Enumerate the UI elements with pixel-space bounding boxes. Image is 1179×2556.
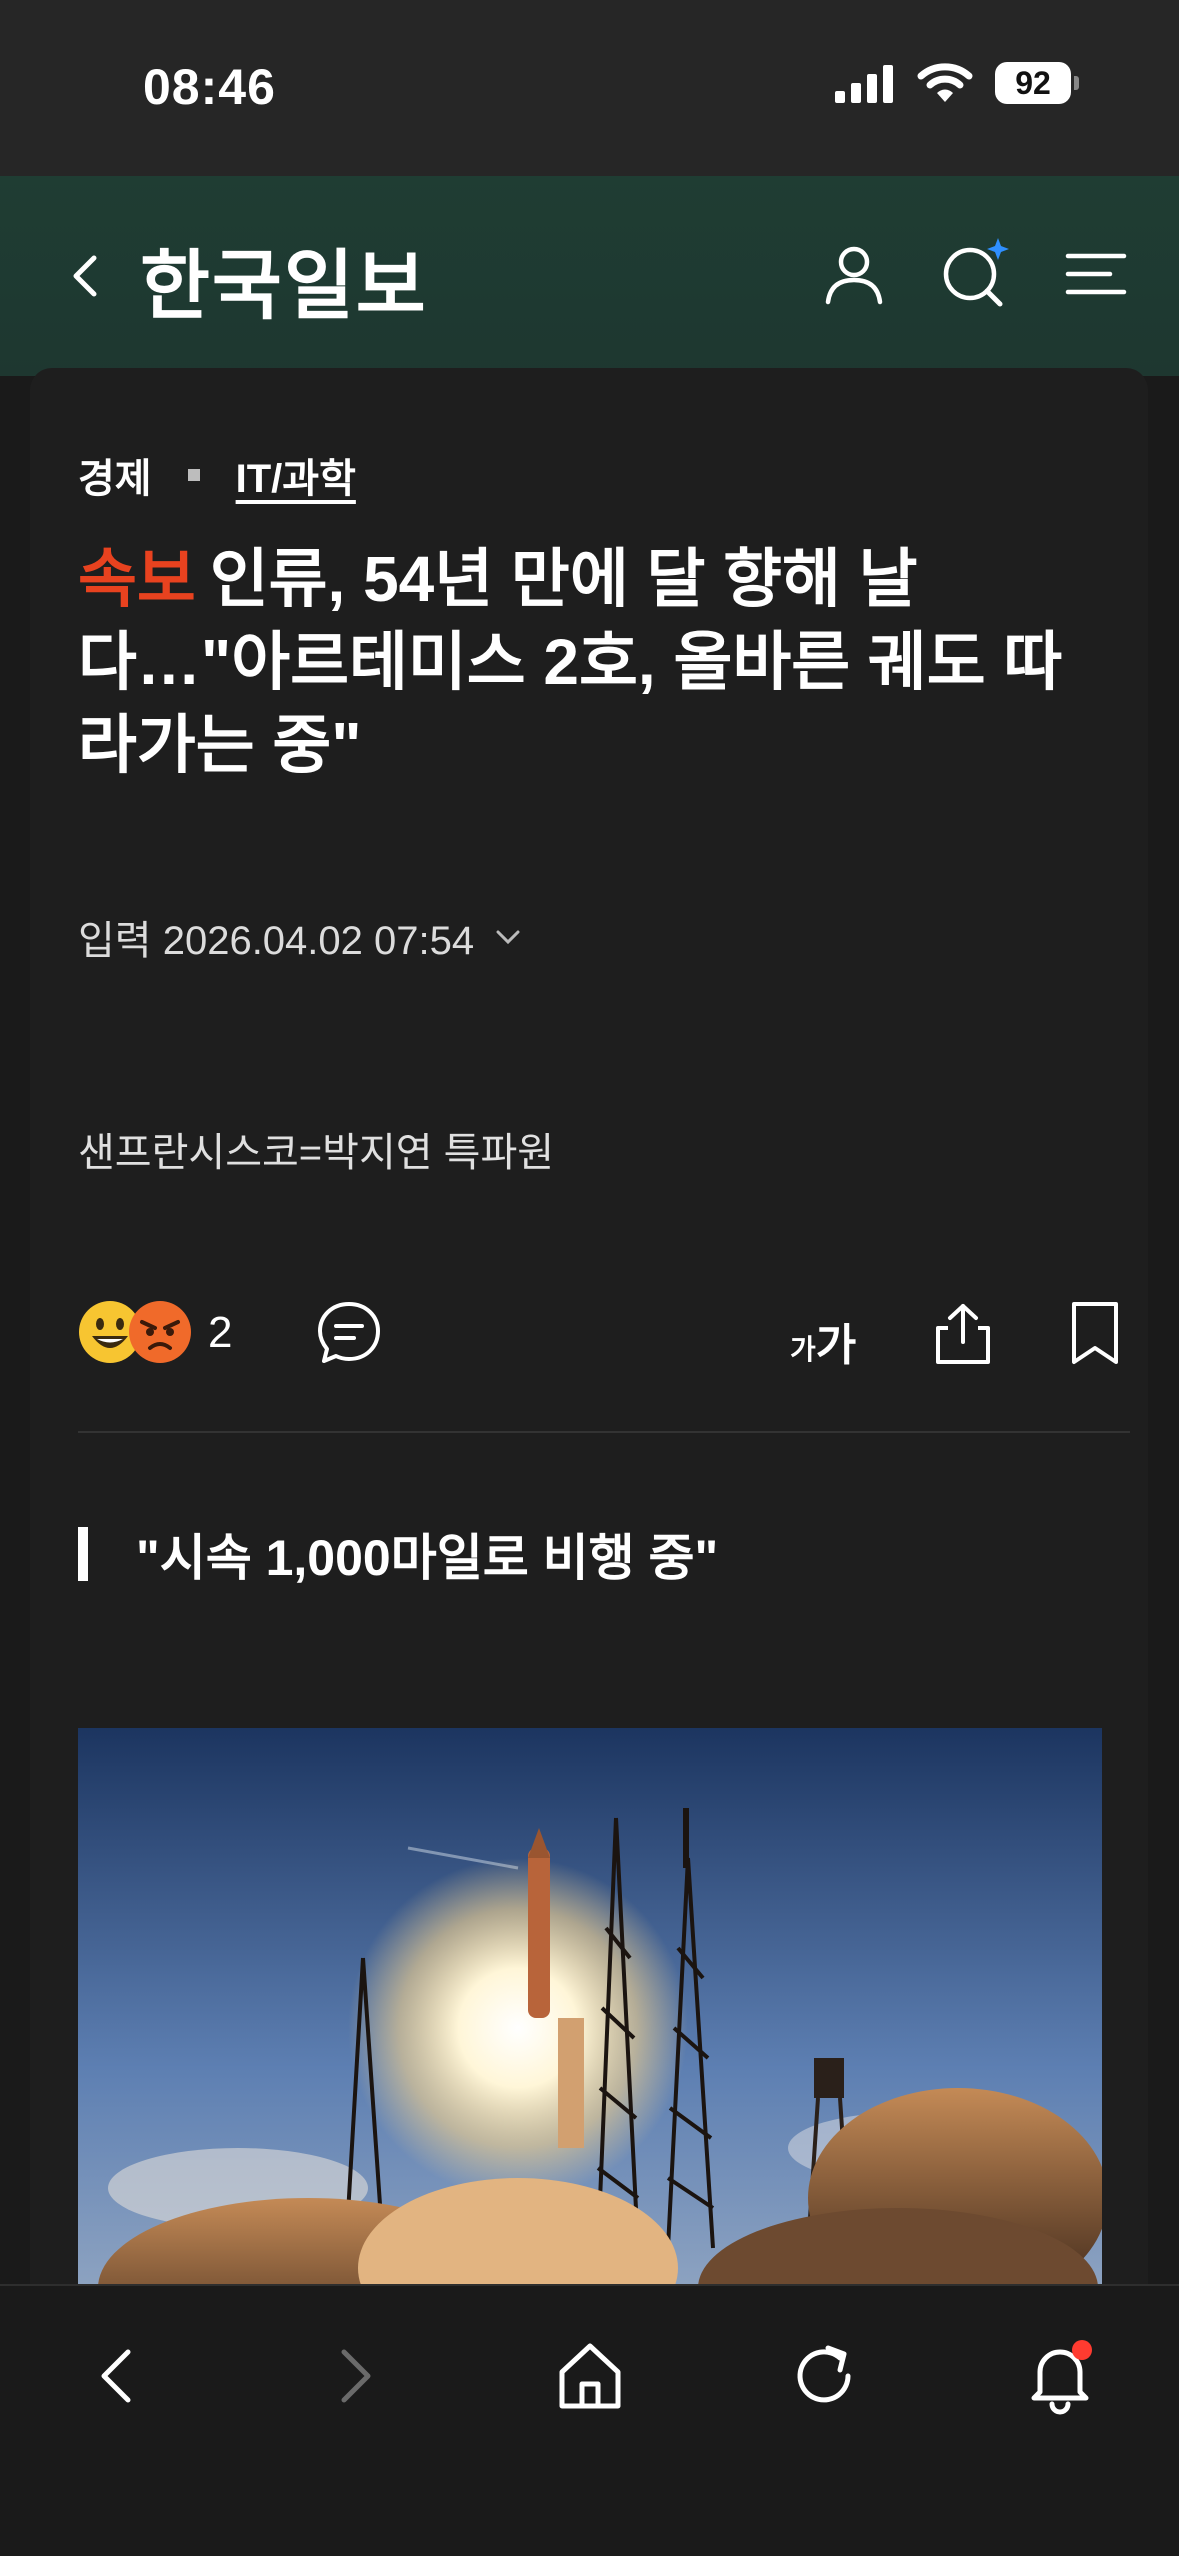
- back-icon[interactable]: [62, 246, 106, 306]
- status-bar: 08:46 92: [0, 0, 1179, 176]
- article-action-bar: 2 가 가: [78, 1298, 1130, 1418]
- status-icons: 92: [835, 62, 1079, 104]
- comment-icon[interactable]: [314, 1298, 384, 1368]
- menu-icon[interactable]: [1058, 236, 1134, 312]
- publish-info[interactable]: 입력 2026.04.02 07:54: [78, 908, 528, 966]
- category-economy[interactable]: 경제: [78, 446, 152, 504]
- divider: [78, 1431, 1130, 1433]
- chevron-down-icon[interactable]: [488, 922, 528, 952]
- angry-emoji-icon[interactable]: [128, 1300, 192, 1364]
- font-size-small: 가: [790, 1334, 816, 1365]
- article-subheading: "시속 1,000마일로 비행 중": [78, 1518, 718, 1590]
- back-icon[interactable]: [78, 2336, 158, 2416]
- wifi-icon: [917, 63, 973, 102]
- publish-date: 입력 2026.04.02 07:54: [78, 919, 475, 963]
- article-headline: 속보 인류, 54년 만에 달 향해 날다…"아르테미스 2호, 올바른 궤도 따…: [78, 538, 1108, 788]
- reaction-count: 2: [208, 1308, 233, 1357]
- notification-dot: [1072, 2340, 1092, 2360]
- article-title: 인류, 54년 만에 달 향해 날다…"아르테미스 2호, 올바른 궤도 따라가…: [78, 543, 1063, 782]
- category-breadcrumb: 경제 IT/과학: [78, 446, 356, 504]
- user-icon[interactable]: [816, 236, 892, 312]
- font-size-icon[interactable]: 가 가: [790, 1298, 860, 1368]
- battery-level: 92: [995, 62, 1071, 104]
- article-card: 경제 IT/과학 속보 인류, 54년 만에 달 향해 날다…"아르테미스 2호,…: [30, 368, 1148, 2388]
- home-icon[interactable]: [550, 2336, 630, 2416]
- subheading-text: "시속 1,000마일로 비행 중": [136, 1530, 719, 1586]
- battery-indicator: 92: [995, 62, 1079, 104]
- category-it-science[interactable]: IT/과학: [236, 446, 356, 504]
- forward-icon[interactable]: [314, 2336, 394, 2416]
- browser-bottom-bar: [0, 2284, 1179, 2556]
- app-header: 한국일보: [0, 176, 1179, 376]
- share-icon[interactable]: [928, 1298, 998, 1368]
- subheading-bar: [78, 1527, 88, 1581]
- article-byline: 샌프란시스코=박지연 특파원: [78, 1131, 555, 1175]
- site-logo[interactable]: 한국일보: [140, 224, 428, 334]
- search-icon[interactable]: [936, 236, 1012, 312]
- category-separator: [187, 469, 200, 481]
- breaking-badge: 속보: [78, 543, 196, 615]
- status-time: 08:46: [143, 59, 276, 115]
- bell-icon[interactable]: [1020, 2336, 1100, 2416]
- cellular-signal-icon: [835, 65, 893, 103]
- font-size-large: 가: [815, 1321, 857, 1370]
- bookmark-icon[interactable]: [1060, 1298, 1130, 1368]
- refresh-icon[interactable]: [784, 2336, 864, 2416]
